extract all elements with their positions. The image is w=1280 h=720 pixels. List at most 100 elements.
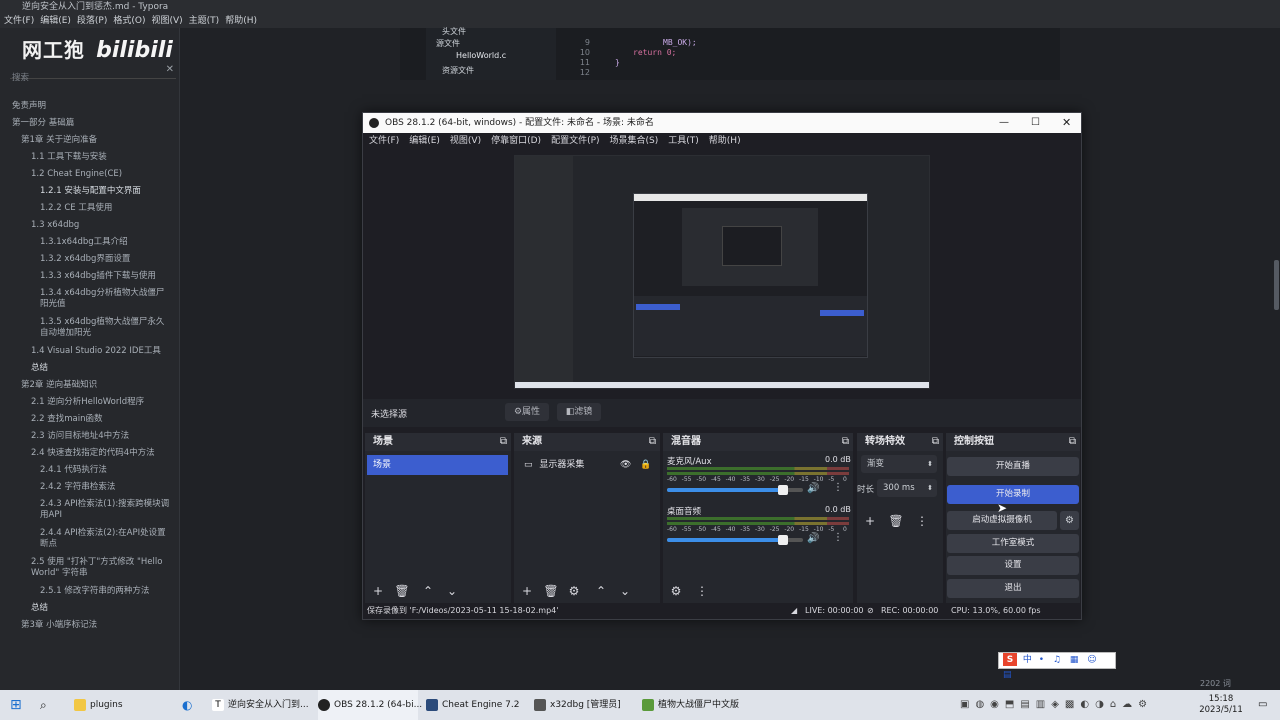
volume-slider[interactable] [667, 535, 803, 545]
menu-edit[interactable]: 编辑(E) [409, 133, 440, 149]
properties-button[interactable]: ⚙属性 [505, 403, 549, 421]
filters-button[interactable]: ◧滤镜 [557, 403, 601, 421]
undock-icon[interactable]: ⧉ [500, 433, 507, 451]
speaker-icon[interactable]: 🔊 [807, 533, 819, 544]
volume-slider-handle[interactable] [778, 485, 788, 495]
add-icon[interactable]: + [518, 583, 536, 599]
toc-item[interactable]: 1.3.3 x64dbg插件下载与使用 [40, 271, 156, 282]
menu-tools[interactable]: 工具(T) [668, 133, 699, 149]
trash-icon[interactable]: 🗑 [887, 513, 905, 529]
search-icon[interactable]: ⌕ [40, 690, 47, 720]
toc-item[interactable]: 2.3 访问目标地址4中方法 [31, 431, 129, 442]
taskbar-item-pvz[interactable]: 植物大战僵尸中文版 [642, 690, 752, 720]
taskbar-item-obs[interactable]: OBS 28.1.2 (64-bi... [318, 690, 422, 720]
undock-icon[interactable]: ⧉ [842, 433, 849, 451]
chevron-down-icon[interactable]: ⌄ [616, 583, 634, 599]
virtual-camera-settings-button[interactable]: ⚙ [1060, 511, 1079, 530]
toc-item[interactable]: 1.2.1 安装与配置中文界面 [40, 186, 141, 197]
more-icon[interactable]: ⋮ [913, 513, 931, 529]
minimize-icon[interactable]: — [999, 113, 1009, 133]
scene-item[interactable]: 场景 [367, 455, 508, 475]
maximize-icon[interactable]: ☐ [1031, 113, 1040, 133]
trash-icon[interactable]: 🗑 [542, 583, 560, 599]
menu-help[interactable]: 帮助(H) [709, 133, 741, 149]
toc-item[interactable]: 1.3.5 x64dbg植物大战僵尸永久自动增加阳光 [40, 317, 170, 339]
chevron-up-icon[interactable]: ⌃ [419, 583, 437, 599]
trash-icon[interactable]: 🗑 [393, 583, 411, 599]
taskbar-item-cheat-engine[interactable]: Cheat Engine 7.2 [426, 690, 526, 720]
lock-icon[interactable]: 🔒 [640, 455, 651, 475]
toc-item[interactable]: 第3章 小端序标记法 [21, 620, 97, 631]
undock-icon[interactable]: ⧉ [932, 433, 939, 451]
editor-scrollbar[interactable] [1274, 260, 1279, 310]
speaker-icon[interactable]: 🔊 [807, 483, 819, 494]
toc-item[interactable]: 1.3.1x64dbg工具介绍 [40, 237, 128, 248]
toc-item[interactable]: 2.1 逆向分析HelloWorld程序 [31, 397, 144, 408]
tray-icons[interactable]: ▣◍◉⬒▤▥◈▩◐◑⌂☁⚙ [960, 690, 1153, 720]
close-icon[interactable]: ✕ [166, 64, 174, 75]
toc-item[interactable]: 2.5 使用 "打补丁"方式修改 "Hello World" 字符串 [31, 557, 171, 579]
add-icon[interactable]: + [861, 513, 879, 529]
add-icon[interactable]: + [369, 583, 387, 599]
taskbar-item-plugins[interactable]: plugins [74, 690, 174, 720]
transition-select[interactable]: 渐变 ⬍ [861, 455, 937, 473]
toc-item[interactable]: 2.4.3 API检索法(1):搜索跨模块调用API [40, 499, 170, 521]
ime-toolbar[interactable]: S 中 • ♫ ▦ ☺ ▤ [998, 652, 1116, 680]
toc-item[interactable]: 总结 [31, 603, 48, 614]
spin-icon[interactable]: ⬍ [927, 479, 933, 497]
toc-item[interactable]: 1.3.4 x64dbg分析植物大战僵尸阳光值 [40, 288, 170, 310]
taskbar-item-typora[interactable]: T 逆向安全从入门到... [212, 690, 312, 720]
menu-file[interactable]: 文件(F) [369, 133, 399, 149]
clock[interactable]: 15:18 2023/5/11 [1196, 690, 1246, 720]
preview-canvas[interactable] [514, 155, 930, 389]
search-box[interactable]: 搜索 ✕ [10, 64, 176, 83]
toc-item[interactable]: 1.3 x64dbg [31, 220, 79, 231]
taskbar-item-x32dbg[interactable]: x32dbg [管理员] [534, 690, 634, 720]
toc-item[interactable]: 1.2.2 CE 工具使用 [40, 203, 112, 214]
menu-view[interactable]: 视图(V) [151, 14, 182, 28]
volume-slider-handle[interactable] [778, 535, 788, 545]
toc-item[interactable]: 1.4 Visual Studio 2022 IDE工具 [31, 346, 161, 357]
toc-item[interactable]: 2.5.1 修改字符串的两种方法 [40, 586, 149, 597]
start-recording-button[interactable]: 开始录制 [947, 485, 1079, 504]
undock-icon[interactable]: ⧉ [649, 433, 656, 451]
eye-icon[interactable]: 👁 [620, 455, 631, 475]
volume-slider[interactable] [667, 485, 803, 495]
menu-help[interactable]: 帮助(H) [225, 14, 257, 28]
toc-item[interactable]: 1.2 Cheat Engine(CE) [31, 169, 122, 180]
chevron-up-icon[interactable]: ⌃ [592, 583, 610, 599]
start-streaming-button[interactable]: 开始直播 [947, 457, 1079, 476]
source-item[interactable]: ▭ 显示器采集 👁 🔒 [516, 455, 657, 475]
toc-item[interactable]: 第一部分 基础篇 [12, 118, 74, 129]
advanced-audio-icon[interactable]: ⚙ [667, 583, 685, 599]
more-icon[interactable]: ⋮ [693, 583, 711, 599]
ime-mode[interactable]: 中 [1023, 655, 1032, 665]
toc-item[interactable]: 免责声明 [12, 101, 46, 112]
chevron-down-icon[interactable]: ⌄ [443, 583, 461, 599]
toc-item[interactable]: 2.4.1 代码执行法 [40, 465, 107, 476]
settings-button[interactable]: 设置 [947, 556, 1079, 575]
menu-view[interactable]: 视图(V) [450, 133, 481, 149]
exit-button[interactable]: 退出 [947, 579, 1079, 598]
toc-item[interactable]: 2.2 查找main函数 [31, 414, 102, 425]
menu-profile[interactable]: 配置文件(P) [551, 133, 599, 149]
studio-mode-button[interactable]: 工作室模式 [947, 534, 1079, 553]
menu-format[interactable]: 格式(O) [113, 14, 145, 28]
more-icon[interactable]: ⋮ [833, 532, 843, 543]
menu-paragraph[interactable]: 段落(P) [77, 14, 107, 28]
menu-docks[interactable]: 停靠窗口(D) [491, 133, 541, 149]
windows-start-icon[interactable]: ⊞ [10, 690, 22, 720]
toc-item[interactable]: 第2章 逆向基础知识 [21, 380, 97, 391]
toc-item[interactable]: 1.3.2 x64dbg界面设置 [40, 254, 130, 265]
edge-icon[interactable]: ◐ [182, 690, 192, 720]
notification-icon[interactable]: ▭ [1258, 690, 1267, 720]
duration-input[interactable]: 300 ms ⬍ [877, 479, 937, 497]
undock-icon[interactable]: ⧉ [1069, 433, 1076, 451]
menu-edit[interactable]: 编辑(E) [40, 14, 71, 28]
toc-item[interactable]: 2.4.2 字符串检索法 [40, 482, 115, 493]
toc-item[interactable]: 2.4.4 API检索法(2):在API处设置断点 [40, 528, 170, 550]
menu-file[interactable]: 文件(F) [4, 14, 34, 28]
close-icon[interactable]: ✕ [1062, 113, 1071, 133]
toc-item[interactable]: 总结 [31, 363, 48, 374]
toc-item[interactable]: 2.4 快速查找指定的代码4中方法 [31, 448, 155, 459]
